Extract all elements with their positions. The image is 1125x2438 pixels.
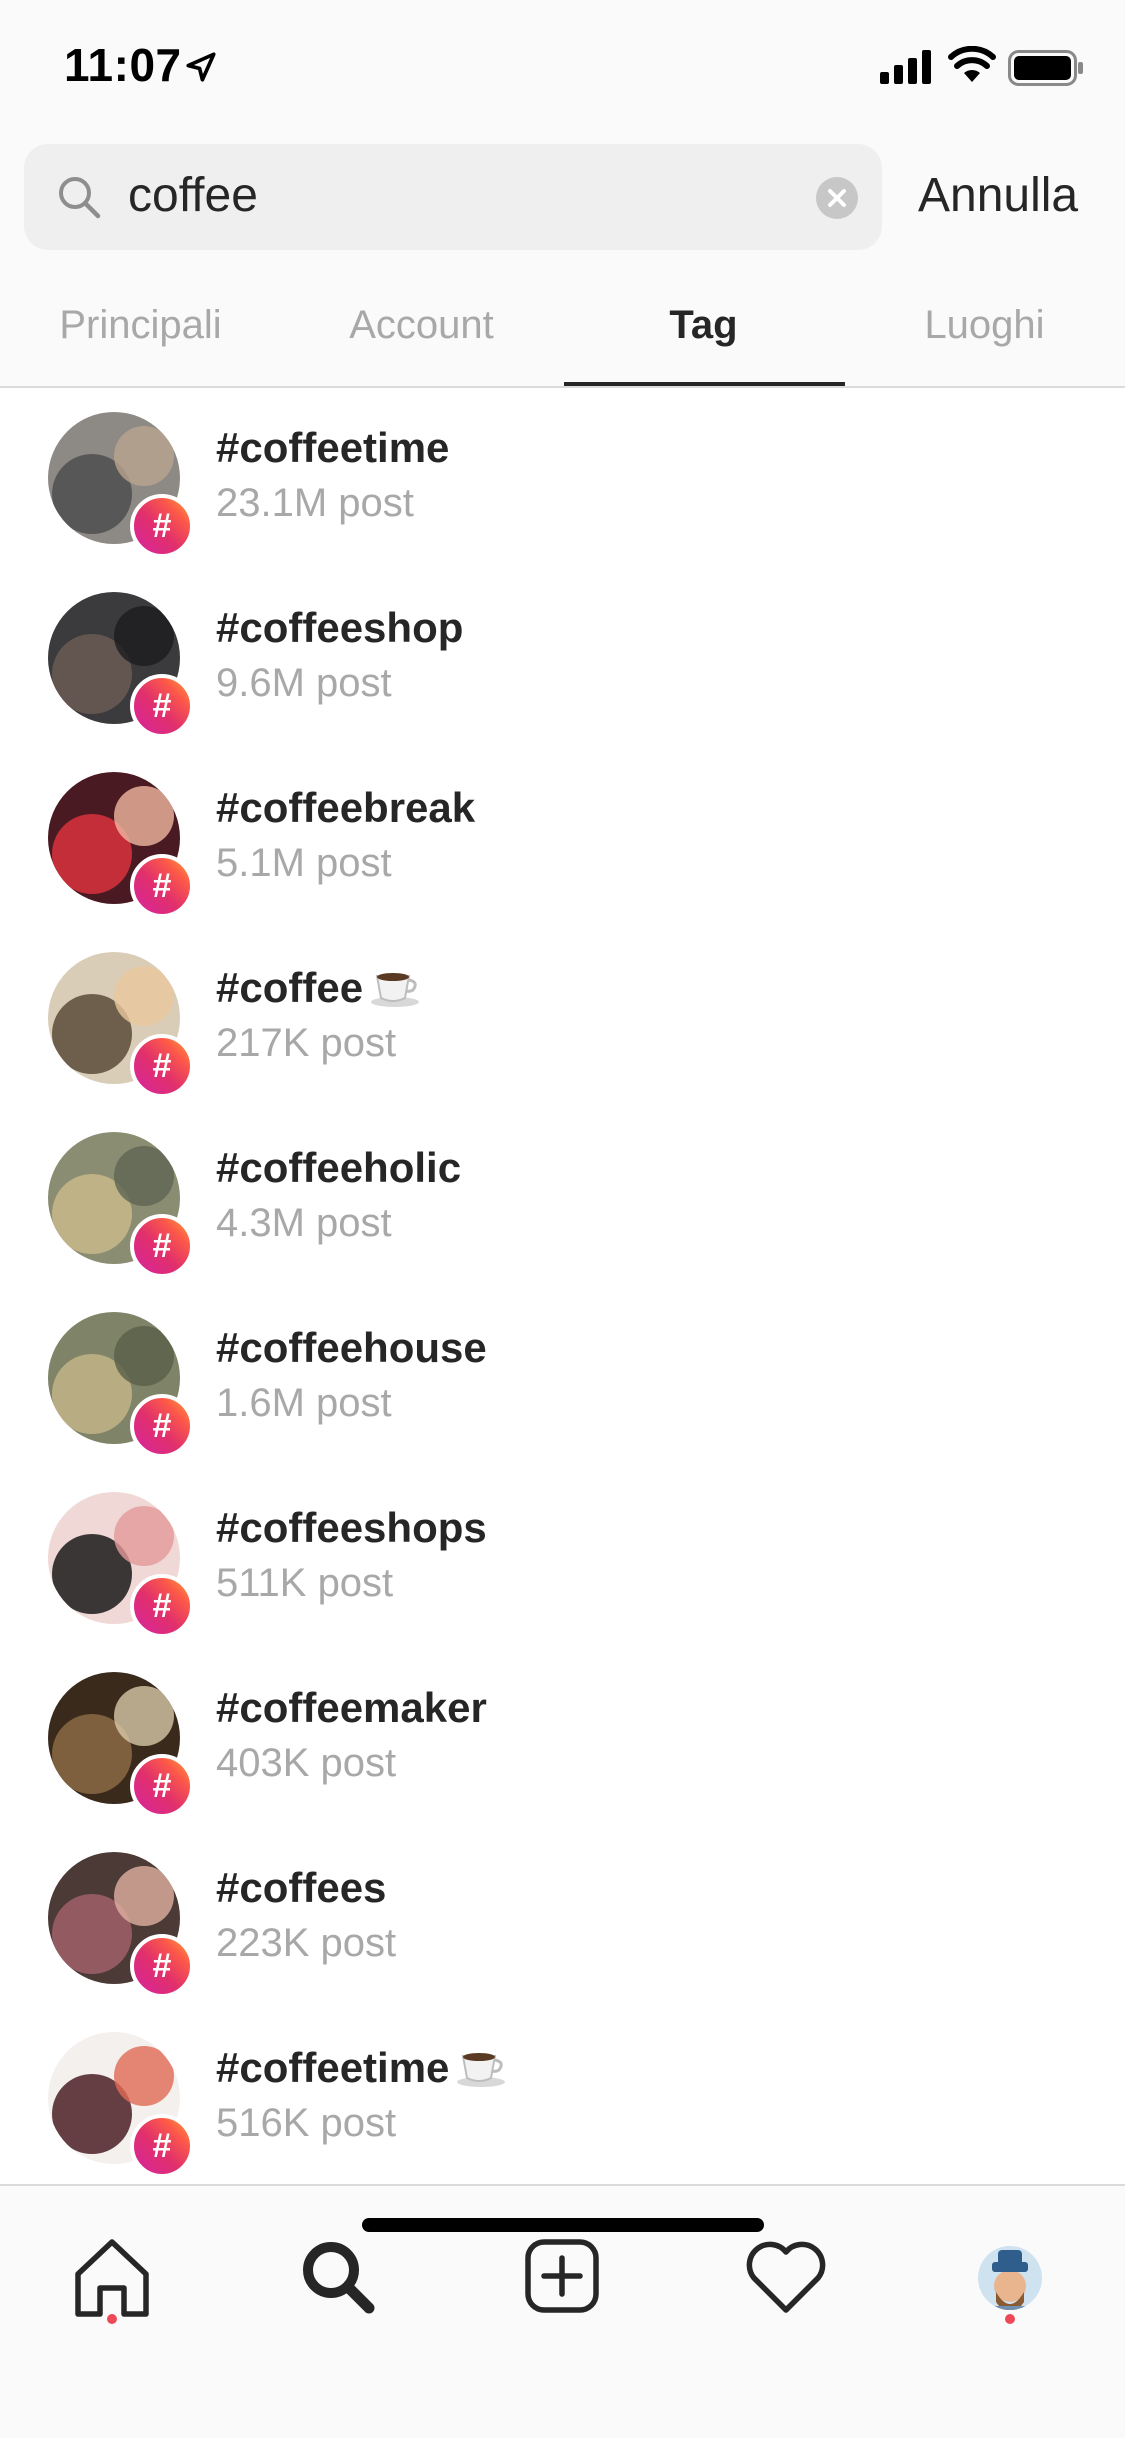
- hashtag-badge-icon: #: [130, 494, 194, 558]
- profile-avatar: [978, 2246, 1042, 2310]
- hashtag-name: #coffeehouse: [216, 1322, 487, 1374]
- hashtag-name: #coffee: [216, 962, 423, 1014]
- search-icon: [303, 2242, 375, 2314]
- hashtag-label: #coffee: [216, 964, 364, 1011]
- hashtag-label: #coffeemaker: [216, 1684, 487, 1731]
- search-input[interactable]: coffee: [24, 144, 882, 250]
- tab-principali[interactable]: Principali: [0, 280, 281, 386]
- coffee-cup-icon: [371, 973, 420, 1007]
- hashtag-label: #coffeeshops: [216, 1504, 487, 1551]
- hashtag-name: #coffeeshops: [216, 1502, 487, 1554]
- profile-notification-dot: [1005, 2314, 1015, 2324]
- divider: [0, 386, 1125, 388]
- activity-tab[interactable]: [736, 2226, 836, 2326]
- hashtag-badge-icon: #: [130, 1034, 194, 1098]
- clear-search-icon[interactable]: [816, 177, 858, 219]
- search-query[interactable]: coffee: [128, 168, 258, 224]
- post-count: 5.1M post: [216, 841, 392, 885]
- search-tabs: Principali Account Tag Luoghi: [0, 280, 1125, 386]
- hashtag-name: #coffees: [216, 1862, 386, 1914]
- hashtag-label: #coffeetime: [216, 424, 450, 471]
- hashtag-badge-icon: #: [130, 854, 194, 918]
- home-notification-dot: [107, 2314, 117, 2324]
- hashtag-label: #coffeeshop: [216, 604, 464, 651]
- hashtag-label: #coffeetime: [216, 2044, 450, 2091]
- post-count: 9.6M post: [216, 661, 392, 705]
- hashtag-badge-icon: #: [130, 1214, 194, 1278]
- post-count: 511K post: [216, 1561, 394, 1605]
- hashtag-label: #coffeeholic: [216, 1144, 462, 1191]
- hashtag-label: #coffeehouse: [216, 1324, 487, 1371]
- hashtag-row[interactable]: # #coffeeshops 511K post: [0, 1480, 1125, 1660]
- hashtag-name: #coffeemaker: [216, 1682, 487, 1734]
- new-post-tab[interactable]: [512, 2226, 612, 2326]
- post-count: 217K post: [216, 1021, 397, 1065]
- hashtag-row[interactable]: # #coffeebreak 5.1M post: [0, 760, 1125, 940]
- post-count: 4.3M post: [216, 1201, 392, 1245]
- status-bar: 11:07: [0, 0, 1125, 130]
- new-post-icon: [525, 2239, 599, 2313]
- hashtag-badge-icon: #: [130, 674, 194, 738]
- tab-account[interactable]: Account: [281, 280, 562, 386]
- hashtag-name: #coffeeholic: [216, 1142, 461, 1194]
- post-count: 1.6M post: [216, 1381, 392, 1425]
- hashtag-label: #coffees: [216, 1864, 387, 1911]
- status-time: 11:07: [64, 39, 182, 91]
- profile-tab[interactable]: [960, 2226, 1060, 2326]
- post-count: 223K post: [216, 1921, 397, 1965]
- hashtag-badge-icon: #: [130, 1754, 194, 1818]
- hashtag-badge-icon: #: [130, 2114, 194, 2178]
- cancel-button[interactable]: Annulla: [918, 166, 1078, 226]
- hashtag-name: #coffeeshop: [216, 602, 463, 654]
- hashtag-row[interactable]: # #coffeeshop 9.6M post: [0, 580, 1125, 760]
- hashtag-row[interactable]: # #coffeehouse 1.6M post: [0, 1300, 1125, 1480]
- hashtag-name: #coffeetime: [216, 2042, 509, 2094]
- hashtag-name: #coffeetime: [216, 422, 449, 474]
- home-tab[interactable]: [62, 2226, 162, 2326]
- tab-luoghi[interactable]: Luoghi: [844, 280, 1125, 386]
- battery-icon: [1008, 50, 1083, 86]
- home-indicator: [362, 2218, 764, 2232]
- home-icon: [75, 2239, 149, 2317]
- wifi-icon: [948, 46, 996, 82]
- hashtag-badge-icon: #: [130, 1934, 194, 1998]
- cellular-signal-icon: [880, 50, 931, 84]
- location-arrow-icon: [186, 52, 216, 82]
- hashtag-label: #coffeebreak: [216, 784, 476, 831]
- hashtag-row[interactable]: # #coffees 223K post: [0, 1840, 1125, 2020]
- hashtag-row[interactable]: # #coffeetime 23.1M post: [0, 400, 1125, 580]
- post-count: 516K post: [216, 2101, 397, 2145]
- post-count: 403K post: [216, 1741, 397, 1785]
- tab-tag[interactable]: Tag: [563, 280, 844, 386]
- activity-heart-icon: [746, 2241, 826, 2313]
- hashtag-row[interactable]: # #coffeemaker 403K post: [0, 1660, 1125, 1840]
- post-count: 23.1M post: [216, 481, 414, 525]
- hashtag-badge-icon: #: [130, 1574, 194, 1638]
- hashtag-results-list: # #coffeetime 23.1M post # #coffeeshop 9.6M p…: [0, 400, 1125, 2200]
- search-icon: [59, 177, 101, 219]
- search-tab[interactable]: [287, 2226, 387, 2326]
- coffee-cup-icon: [457, 2053, 506, 2087]
- hashtag-row[interactable]: # #coffeetime 516K post: [0, 2020, 1125, 2200]
- header-area: 11:07 coffee Annulla Principali Account …: [0, 0, 1125, 386]
- hashtag-row[interactable]: # #coffee 217K post: [0, 940, 1125, 1120]
- hashtag-badge-icon: #: [130, 1394, 194, 1458]
- hashtag-name: #coffeebreak: [216, 782, 475, 834]
- hashtag-row[interactable]: # #coffeeholic 4.3M post: [0, 1120, 1125, 1300]
